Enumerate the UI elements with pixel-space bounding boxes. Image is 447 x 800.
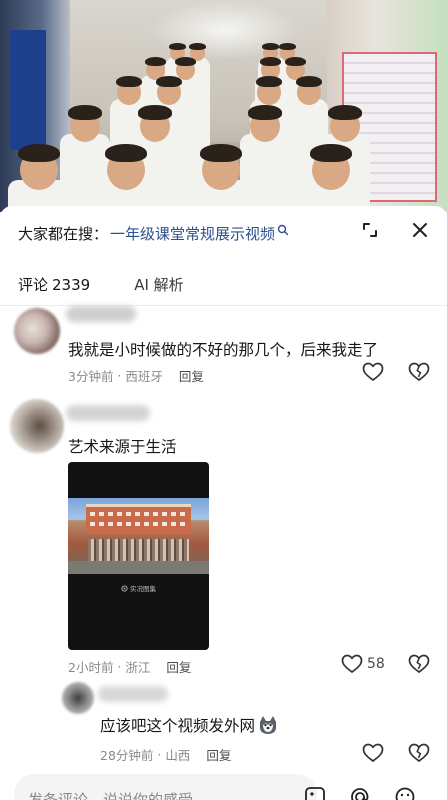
reply-button[interactable]: 回复 [179, 366, 204, 385]
student-hair [296, 76, 323, 88]
image-building [86, 504, 191, 534]
avatar[interactable] [62, 682, 94, 714]
comment-tabs: 评论 2339 AI 解析 [18, 274, 184, 296]
video-player[interactable] [0, 0, 447, 212]
dislike-button[interactable] [408, 654, 430, 678]
live-photo-badge: 实况图集 [121, 583, 156, 593]
comment-time: 28分钟前 [100, 748, 154, 763]
search-icon [277, 224, 289, 236]
image-ground [68, 561, 209, 574]
student-hair [248, 105, 282, 120]
broken-heart-icon [408, 654, 430, 673]
tab-ai-label: AI 解析 [134, 276, 184, 294]
husky-emoji-icon [260, 716, 277, 734]
tab-ai-analysis[interactable]: AI 解析 [134, 274, 183, 296]
student-hair [138, 105, 172, 120]
student-hair [328, 105, 362, 120]
comment-image[interactable]: 实况图集 [68, 462, 209, 650]
like-count: 58 [367, 656, 385, 672]
student-hair [256, 76, 283, 88]
student-hair [285, 57, 306, 66]
comment-location: 浙江 [125, 660, 151, 675]
close-button[interactable] [405, 215, 435, 245]
comment-count: 2339 [52, 276, 91, 294]
student-hair [175, 57, 196, 66]
comment-location: 西班牙 [125, 369, 163, 384]
student-hair [156, 76, 183, 88]
student-hair [260, 57, 281, 66]
comment-meta: 2小时前 · 浙江 回复 [68, 657, 191, 676]
comment-time: 2小时前 [68, 660, 114, 675]
video-blue-door [10, 30, 46, 150]
comment-time: 3分钟前 [68, 369, 114, 384]
comment-input-placeholder: 发条评论，说说你的感受 [28, 791, 194, 800]
comment-text: 我就是小时候做的不好的那几个，后来我走了 [68, 341, 379, 359]
heart-icon [362, 362, 384, 381]
student-hair [169, 42, 186, 50]
like-button[interactable]: 58 [341, 654, 385, 674]
student-hair [279, 42, 296, 50]
username-blurred[interactable] [66, 405, 150, 421]
student-hair [262, 42, 279, 50]
username-blurred[interactable] [66, 306, 136, 322]
comment-item: 艺术来源于生活 实况图集 2小时前 · 浙江 回复 58 [0, 395, 447, 685]
student-hair [18, 144, 60, 162]
avatar[interactable] [14, 308, 60, 354]
meta-dot: · [113, 659, 126, 674]
student-hair [116, 76, 143, 88]
emoji-icon[interactable] [394, 786, 416, 800]
image-windows [90, 512, 187, 516]
meta-dot: · [113, 368, 126, 383]
search-prefix: 大家都在搜： [18, 224, 109, 243]
reply-button[interactable]: 回复 [166, 657, 191, 676]
image-students [88, 539, 189, 561]
comment-reply-item: 应该吧这个视频发外网 28分钟前 · 山西 回复 [0, 680, 447, 770]
student-hair [310, 144, 352, 162]
expand-button[interactable] [355, 215, 385, 245]
image-windows [90, 522, 187, 526]
comment-location: 山西 [165, 748, 191, 763]
meta-dot: · [153, 747, 166, 762]
username-blurred[interactable] [98, 686, 168, 702]
search-query-link[interactable]: 一年级课堂常规展示视频 [110, 223, 275, 244]
tab-comments[interactable]: 评论 2339 [18, 274, 90, 296]
dislike-button[interactable] [408, 743, 430, 767]
student-hair [200, 144, 242, 162]
student-hair [68, 105, 102, 120]
student-hair [189, 42, 206, 50]
broken-heart-icon [408, 743, 430, 762]
expand-icon [363, 223, 377, 237]
at-icon[interactable] [349, 786, 371, 800]
student-hair [145, 57, 166, 66]
heart-icon [341, 654, 363, 673]
comment-text: 艺术来源于生活 [68, 438, 177, 456]
avatar[interactable] [10, 399, 64, 453]
like-button[interactable] [362, 743, 384, 763]
heart-icon [362, 743, 384, 762]
comment-text-content: 应该吧这个视频发外网 [100, 717, 256, 735]
reply-button[interactable]: 回复 [206, 745, 231, 764]
like-button[interactable] [362, 362, 384, 382]
comment-text: 应该吧这个视频发外网 [100, 714, 279, 736]
live-photo-icon [121, 584, 128, 592]
close-icon [413, 223, 427, 237]
comment-item: 我就是小时候做的不好的那几个，后来我走了 3分钟前 · 西班牙 回复 [0, 300, 447, 390]
broken-heart-icon [408, 362, 430, 381]
comment-meta: 28分钟前 · 山西 回复 [100, 745, 231, 764]
live-photo-label: 实况图集 [130, 585, 156, 593]
image-icon[interactable] [304, 786, 326, 800]
comment-meta: 3分钟前 · 西班牙 回复 [68, 366, 204, 385]
student-hair [105, 144, 147, 162]
dislike-button[interactable] [408, 362, 430, 386]
tab-comments-label: 评论 [18, 276, 49, 294]
